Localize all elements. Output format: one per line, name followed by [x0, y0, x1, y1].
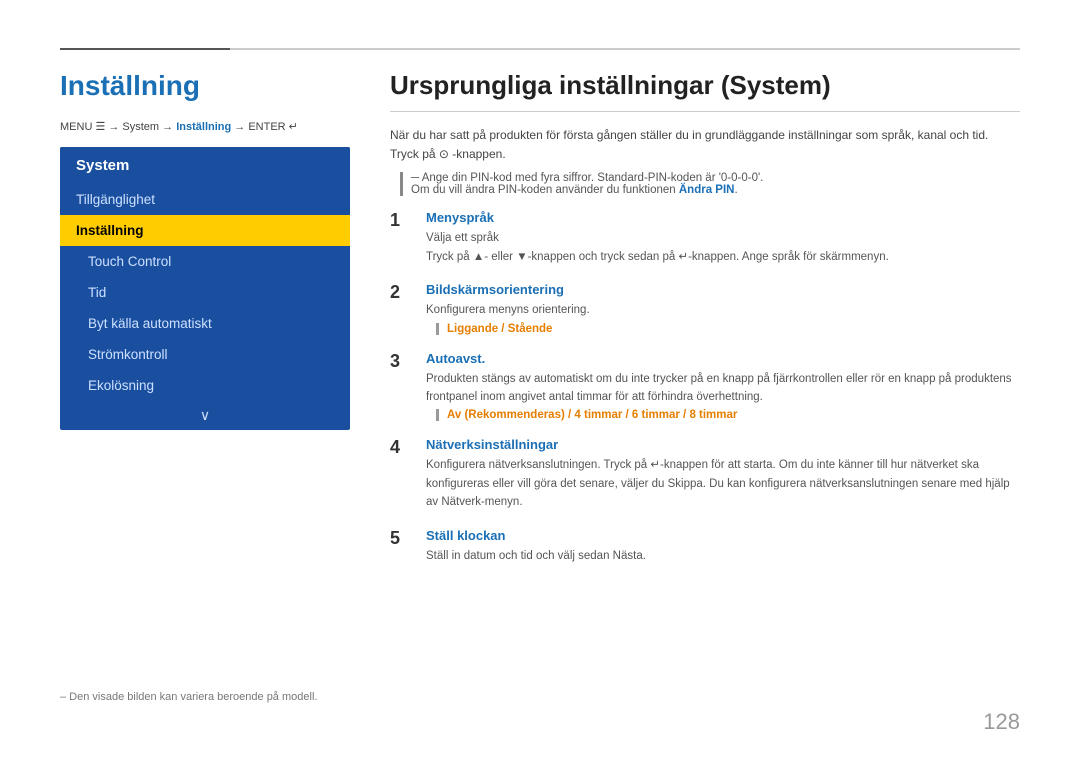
step-4-number: 4 — [390, 437, 418, 459]
step-2-option: Liggande / Stående — [436, 323, 1020, 335]
step-1-desc: Välja ett språk Tryck på ▲- eller ▼-knap… — [426, 229, 1020, 266]
right-panel: Ursprungliga inställningar (System) När … — [390, 70, 1020, 581]
step-2: 2 Bildskärmsorientering Konfigurera meny… — [390, 282, 1020, 334]
step-3-option: Av (Rekommenderas) / 4 timmar / 6 timmar… — [436, 409, 1020, 421]
sidebar-item-stromkontroll[interactable]: Strömkontroll — [60, 339, 350, 370]
step-4: 4 Nätverksinställningar Konfigurera nätv… — [390, 437, 1020, 511]
sidebar-header: System — [60, 147, 350, 184]
section-title: Ursprungliga inställningar (System) — [390, 70, 1020, 112]
step-1: 1 Menyspråk Välja ett språk Tryck på ▲- … — [390, 210, 1020, 266]
sidebar-item-byt-kalla[interactable]: Byt källa automatiskt — [60, 308, 350, 339]
step-2-option-link: Liggande / Stående — [447, 323, 552, 335]
step-1-title: Menyspråk — [426, 210, 1020, 225]
step-1-content: Menyspråk Välja ett språk Tryck på ▲- el… — [426, 210, 1020, 266]
andrapin-link: Ändra PIN — [679, 184, 735, 196]
step-5: 5 Ställ klockan Ställ in datum och tid o… — [390, 528, 1020, 565]
steps-container: 1 Menyspråk Välja ett språk Tryck på ▲- … — [390, 210, 1020, 565]
step-5-desc: Ställ in datum och tid och välj sedan Nä… — [426, 547, 1020, 565]
step-5-content: Ställ klockan Ställ in datum och tid och… — [426, 528, 1020, 565]
sidebar-item-ekolösning[interactable]: Ekolösning — [60, 370, 350, 401]
step-2-title: Bildskärmsorientering — [426, 282, 1020, 297]
step-3-option-link: Av (Rekommenderas) / 4 timmar / 6 timmar… — [447, 409, 737, 421]
sidebar: System Tillgänglighet Inställning Touch … — [60, 147, 350, 430]
step-3-number: 3 — [390, 351, 418, 373]
top-line-accent — [60, 48, 230, 50]
step-4-content: Nätverksinställningar Konfigurera nätver… — [426, 437, 1020, 511]
sidebar-item-touch-control[interactable]: Touch Control — [60, 246, 350, 277]
sidebar-item-tid[interactable]: Tid — [60, 277, 350, 308]
sidebar-item-tillganglighet[interactable]: Tillgänglighet — [60, 184, 350, 215]
page-number: 128 — [983, 709, 1020, 735]
step-5-number: 5 — [390, 528, 418, 550]
menu-path-highlight: Inställning — [176, 121, 231, 133]
step-2-content: Bildskärmsorientering Konfigurera menyns… — [426, 282, 1020, 334]
step-3-content: Autoavst. Produkten stängs av automatisk… — [426, 351, 1020, 422]
step-2-desc: Konfigurera menyns orientering. — [426, 301, 1020, 319]
natverk-link: Nätverk — [441, 496, 481, 508]
intro-text-1: När du har satt på produkten för första … — [390, 126, 1020, 164]
page-title: Inställning — [60, 70, 350, 102]
pin-note: ─ Ange din PIN-kod med fyra siffror. Sta… — [400, 172, 1020, 196]
step-4-desc: Konfigurera nätverksanslutningen. Tryck … — [426, 456, 1020, 511]
step-3: 3 Autoavst. Produkten stängs av automati… — [390, 351, 1020, 422]
bottom-note: – Den visade bilden kan variera beroende… — [60, 691, 317, 703]
skippa-link: Skippa — [668, 478, 703, 490]
chevron-down-icon[interactable]: ∨ — [60, 401, 350, 430]
step-1-number: 1 — [390, 210, 418, 232]
step-4-title: Nätverksinställningar — [426, 437, 1020, 452]
step-3-desc: Produkten stängs av automatiskt om du in… — [426, 370, 1020, 407]
nasta-link: Nästa — [613, 550, 643, 562]
left-panel: Inställning MENU ☰ → System → Inställnin… — [60, 70, 350, 430]
step-5-title: Ställ klockan — [426, 528, 1020, 543]
step-2-number: 2 — [390, 282, 418, 304]
step-3-title: Autoavst. — [426, 351, 1020, 366]
sidebar-item-installning[interactable]: Inställning — [60, 215, 350, 246]
menu-path: MENU ☰ → System → Inställning → ENTER ↵ — [60, 120, 350, 133]
